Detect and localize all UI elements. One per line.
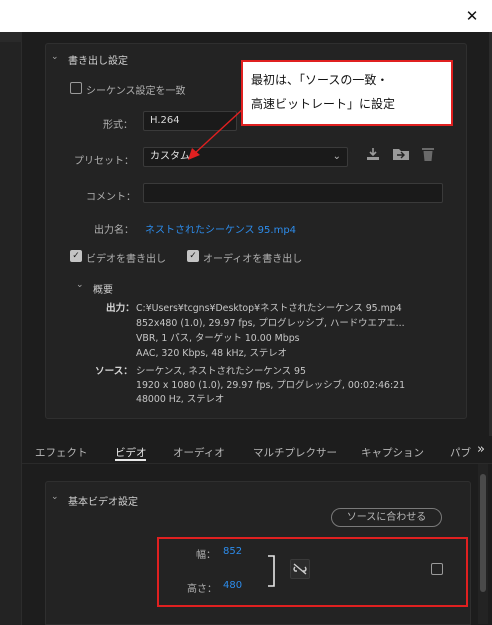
summary-output-line: 852x480 (1.0), 29.97 fps, プログレッシブ, ハードウエ…: [136, 318, 405, 329]
comment-label: コメント：: [86, 192, 136, 203]
match-source-button[interactable]: ソースに合わせる: [331, 508, 442, 527]
match-sequence-label: シーケンス設定を一致: [86, 86, 186, 97]
tab-multiplexer[interactable]: マルチプレクサー: [253, 445, 337, 460]
output-name-label: 出力名：: [94, 225, 134, 236]
summary-source-line: シーケンス, ネストされたシーケンス 95: [136, 366, 306, 377]
tab-publish[interactable]: パブ: [450, 445, 471, 460]
trash-icon[interactable]: [420, 146, 436, 164]
highlight-box: [157, 537, 468, 607]
summary-output-line: VBR, 1 パス, ターゲット 10.00 Mbps: [136, 333, 300, 344]
tab-captions[interactable]: キャプション: [361, 445, 424, 460]
tab-effects[interactable]: エフェクト: [35, 445, 88, 460]
scrollbar-thumb[interactable]: [480, 474, 486, 592]
active-tab-indicator: [115, 459, 146, 461]
tab-video[interactable]: ビデオ: [115, 445, 147, 460]
window-title-bar: [0, 0, 492, 32]
tabs-more-icon[interactable]: »: [477, 442, 485, 457]
summary-source-line: 1920 x 1080 (1.0), 29.97 fps, プログレッシブ, 0…: [136, 380, 406, 391]
output-name-link[interactable]: ネストされたシーケンス 95.mp4: [145, 221, 296, 236]
summary-output-key: 出力：: [106, 303, 135, 314]
preset-label: プリセット：: [74, 156, 134, 167]
folder-icon[interactable]: [391, 146, 411, 164]
annotation-callout: 最初は、「ソースの一致・ 高速ビットレート」に設定: [241, 60, 453, 126]
comment-field[interactable]: [143, 183, 443, 203]
summary-output-line: AAC, 320 Kbps, 48 kHz, ステレオ: [136, 348, 287, 359]
basic-video-settings-title: 基本ビデオ設定: [68, 497, 138, 508]
close-icon[interactable]: ✕: [462, 6, 482, 26]
export-audio-label: オーディオを書き出し: [203, 254, 303, 265]
chevron-down-icon[interactable]: ⌄: [76, 280, 84, 290]
export-video-label: ビデオを書き出し: [86, 254, 166, 265]
chevron-down-icon: ⌄: [332, 151, 341, 162]
chevron-down-icon[interactable]: ⌄: [51, 492, 59, 502]
export-settings-title: 書き出し設定: [68, 56, 128, 67]
tab-audio[interactable]: オーディオ: [173, 445, 225, 460]
chevron-down-icon[interactable]: ⌄: [51, 52, 59, 62]
callout-line: 高速ビットレート」に設定: [251, 97, 396, 111]
callout-line: 最初は、「ソースの一致・: [251, 73, 389, 87]
download-icon[interactable]: [364, 146, 382, 164]
match-sequence-checkbox[interactable]: [70, 82, 82, 94]
format-label: 形式：: [103, 120, 133, 131]
summary-output-line: C:¥Users¥tcgns¥Desktop¥ネストされたシーケンス 95.mp…: [136, 303, 402, 314]
export-video-checkbox[interactable]: ✓: [70, 250, 82, 262]
summary-source-key: ソース：: [95, 366, 133, 377]
left-panel-strip: [0, 32, 22, 625]
summary-source-line: 48000 Hz, ステレオ: [136, 394, 225, 405]
summary-title: 概要: [93, 285, 113, 296]
export-audio-checkbox[interactable]: ✓: [187, 250, 199, 262]
